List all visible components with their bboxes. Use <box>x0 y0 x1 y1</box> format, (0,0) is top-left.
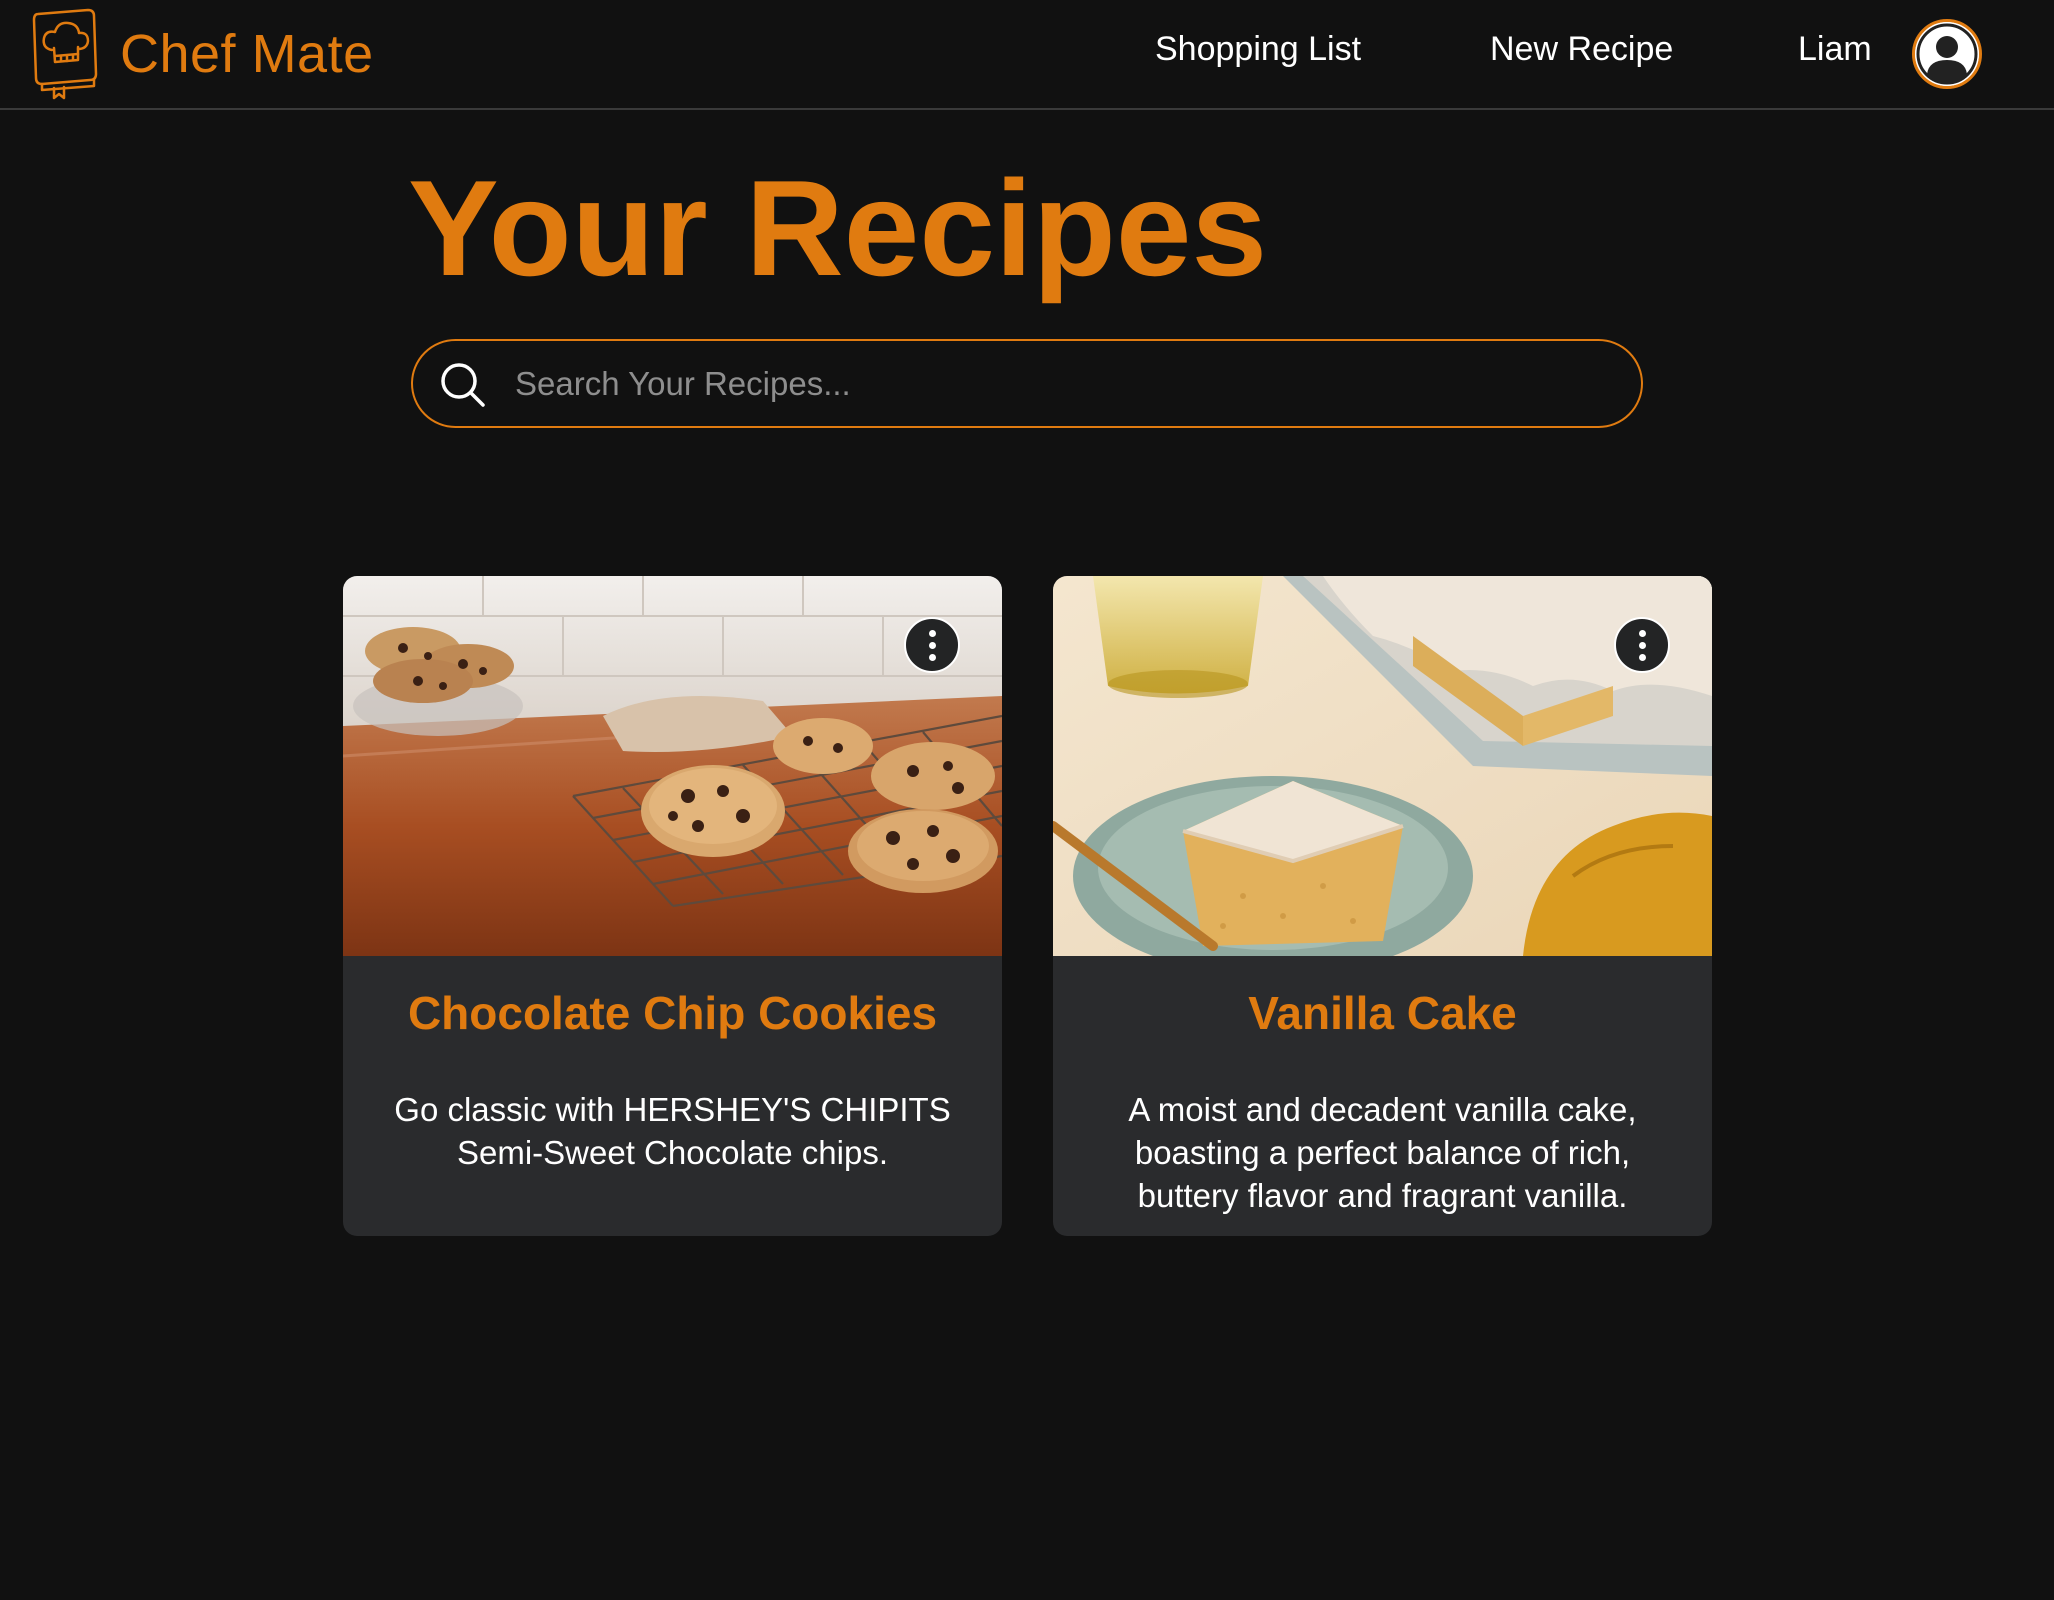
top-navbar: Chef Mate Shopping List New Recipe Liam <box>0 0 2054 110</box>
brand-link[interactable]: Chef Mate <box>28 8 374 100</box>
search-bar[interactable] <box>411 339 1643 428</box>
recipe-description: Go classic with HERSHEY'S CHIPITS Semi-S… <box>394 1091 951 1171</box>
chocolate-chip-cookies-photo <box>343 576 1002 956</box>
card-menu-button[interactable] <box>1614 617 1670 673</box>
recipe-title: Chocolate Chip Cookies <box>407 987 938 1039</box>
more-vertical-icon <box>1638 629 1646 637</box>
user-avatar-button[interactable] <box>1912 19 1982 89</box>
page-title: Your Recipes <box>408 152 1268 304</box>
recipe-card-vanilla-cake[interactable]: Vanilla Cake A moist and decadent vanill… <box>1053 576 1712 1236</box>
more-vertical-icon <box>928 629 936 637</box>
user-name: Liam <box>1798 30 1872 68</box>
nav-shopping-list[interactable]: Shopping List <box>1155 30 1361 69</box>
user-avatar-icon <box>1915 22 1979 86</box>
search-input[interactable] <box>513 351 1613 417</box>
recipe-card-chocolate-chip-cookies[interactable]: Chocolate Chip Cookies Go classic with H… <box>343 576 1002 1236</box>
chef-cookbook-icon <box>32 8 98 100</box>
search-icon <box>441 363 485 407</box>
card-menu-button[interactable] <box>904 617 960 673</box>
brand-name: Chef Mate <box>120 24 374 84</box>
nav-new-recipe[interactable]: New Recipe <box>1490 30 1673 69</box>
recipe-description: A moist and decadent vanilla cake, boast… <box>1128 1091 1637 1214</box>
vanilla-cake-photo <box>1053 576 1712 956</box>
recipe-title: Vanilla Cake <box>1248 987 1517 1039</box>
